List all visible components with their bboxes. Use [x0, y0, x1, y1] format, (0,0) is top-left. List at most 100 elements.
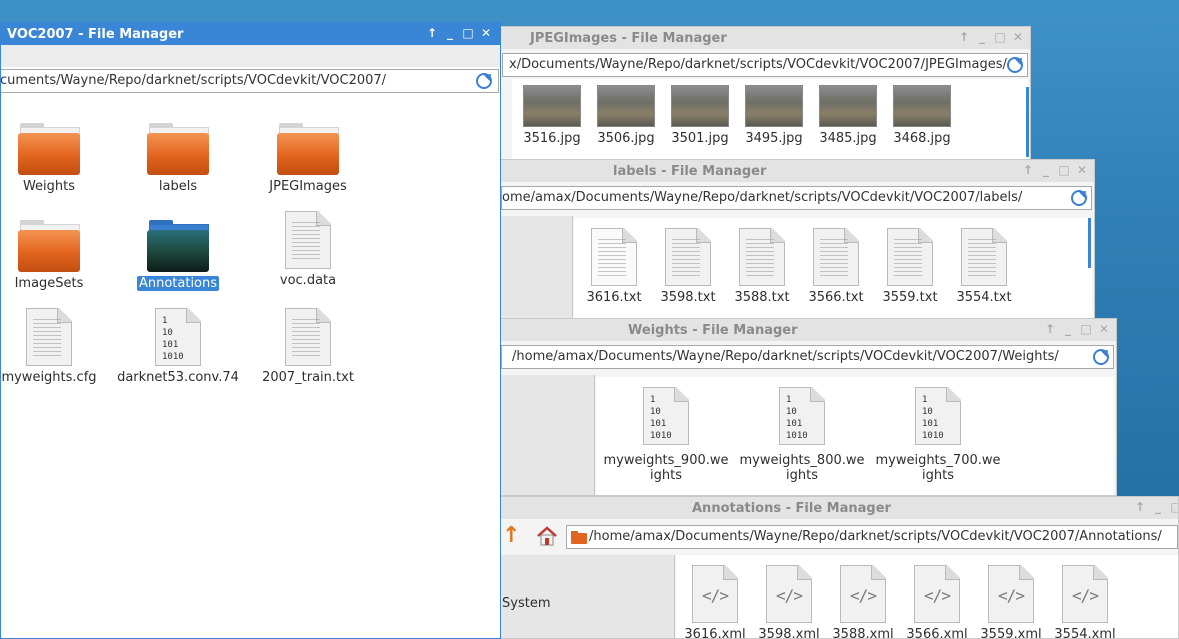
folder-item-annotations[interactable]: Annotations: [130, 218, 226, 291]
reload-icon[interactable]: [1007, 57, 1023, 73]
file-item-2007-train[interactable]: 2007_train.txt: [248, 308, 368, 385]
file-item-voc-data[interactable]: voc.data: [260, 211, 356, 288]
folder-icon: [147, 121, 209, 175]
file-item[interactable]: 1 10 101 1010 myweights_700.we ights: [872, 387, 1004, 483]
side-pane[interactable]: System: [498, 555, 675, 638]
folder-icon: [147, 218, 209, 272]
text-file-icon: [887, 228, 933, 286]
file-item[interactable]: </> 3559.xml: [974, 565, 1048, 639]
scrollbar[interactable]: [1026, 87, 1029, 157]
minimize-icon[interactable]: _: [976, 30, 988, 44]
side-pane[interactable]: [498, 216, 573, 320]
file-name: 3559.xml: [980, 627, 1042, 639]
file-view[interactable]: Weights labels JPEGImages ImageSets Anno…: [1, 95, 500, 638]
up-icon[interactable]: ↑: [1134, 500, 1146, 514]
file-item[interactable]: 3485.jpg: [812, 85, 884, 146]
file-item[interactable]: 3501.jpg: [664, 85, 736, 146]
maximize-icon[interactable]: □: [1058, 163, 1070, 177]
window-title: VOC2007 - File Manager: [7, 27, 184, 42]
labels-titlebar[interactable]: labels - File Manager ↑ _ □ ✕: [498, 160, 1094, 182]
maximize-icon[interactable]: □: [462, 26, 474, 40]
maximize-icon[interactable]: □: [994, 30, 1006, 44]
reload-icon[interactable]: [1071, 190, 1087, 206]
file-item[interactable]: 3554.txt: [948, 228, 1020, 305]
folder-item-labels[interactable]: labels: [130, 121, 226, 194]
up-icon[interactable]: ↑: [1044, 322, 1056, 336]
go-up-icon[interactable]: ↑: [502, 525, 520, 547]
window-title: labels - File Manager: [613, 164, 767, 179]
file-item[interactable]: </> 3566.xml: [900, 565, 974, 639]
file-view[interactable]: </> 3616.xml </> 3598.xml </> 3588.xml </> 3…: [676, 555, 1178, 639]
address-bar[interactable]: cuments/Wayne/Repo/darknet/scripts/VOCde…: [0, 69, 499, 93]
address-bar[interactable]: /home/amax/Documents/Wayne/Repo/darknet/…: [566, 525, 1178, 549]
file-item[interactable]: 3506.jpg: [590, 85, 662, 146]
up-icon[interactable]: ↑: [1022, 163, 1034, 177]
file-item[interactable]: </> 3554.xml: [1048, 565, 1122, 639]
close-icon[interactable]: ✕: [480, 26, 492, 40]
up-icon[interactable]: ↑: [426, 26, 438, 40]
folder-icon: [18, 121, 80, 175]
window-title: JPEGImages - File Manager: [530, 31, 727, 46]
text-file-icon: [285, 211, 331, 269]
reload-icon[interactable]: [476, 73, 492, 89]
file-item[interactable]: </> 3616.xml: [678, 565, 752, 638]
folder-item-weights[interactable]: Weights: [1, 121, 97, 194]
folder-name: JPEGImages: [269, 179, 347, 194]
address-bar[interactable]: ome/amax/Documents/Wayne/Repo/darknet/sc…: [501, 186, 1092, 210]
close-icon[interactable]: ✕: [1076, 163, 1088, 177]
maximize-icon[interactable]: □: [1170, 500, 1178, 514]
folder-item-jpegimages[interactable]: JPEGImages: [260, 121, 356, 194]
file-item[interactable]: 3598.txt: [652, 228, 724, 305]
text-file-icon: [961, 228, 1007, 286]
minimize-icon[interactable]: _: [1152, 500, 1164, 514]
file-name: 3495.jpg: [745, 131, 803, 146]
file-item[interactable]: 1 10 101 1010 myweights_800.we ights: [736, 387, 868, 483]
scrollbar[interactable]: [1088, 218, 1091, 268]
file-name: 3506.jpg: [597, 131, 655, 146]
file-item[interactable]: 3616.txt: [578, 228, 650, 305]
maximize-icon[interactable]: □: [1080, 322, 1092, 336]
close-icon[interactable]: ✕: [1098, 322, 1110, 336]
file-item[interactable]: 3468.jpg: [886, 85, 958, 146]
file-view[interactable]: 1 10 101 1010 myweights_900.we ights 1 10 101…: [596, 377, 1114, 495]
file-name: 3554.xml: [1054, 627, 1116, 639]
voc2007-titlebar[interactable]: VOC2007 - File Manager ↑ _ □ ✕: [1, 23, 500, 45]
voc2007-window: VOC2007 - File Manager ↑ _ □ ✕ cuments/W…: [0, 22, 501, 639]
binary-file-icon: 1 10 101 1010: [643, 387, 689, 445]
file-item[interactable]: 3516.jpg: [516, 85, 588, 146]
xml-file-icon: </>: [692, 565, 738, 623]
file-item[interactable]: </> 3588.xml: [826, 565, 900, 638]
path-text: cuments/Wayne/Repo/darknet/scripts/VOCde…: [0, 73, 387, 88]
folder-name: Weights: [22, 179, 76, 194]
file-item[interactable]: 1 10 101 1010 myweights_900.we ights: [600, 387, 732, 483]
file-item[interactable]: 3588.txt: [726, 228, 798, 305]
file-view[interactable]: 3616.txt 3598.txt 3588.txt 3566.txt 3559…: [574, 218, 1092, 320]
minimize-icon[interactable]: _: [1062, 322, 1074, 336]
file-name: 3598.xml: [758, 627, 820, 639]
address-bar[interactable]: /home/amax/Documents/Wayne/Repo/darknet/…: [501, 345, 1114, 369]
folder-item-imagesets[interactable]: ImageSets: [1, 218, 97, 291]
annotations-titlebar[interactable]: Annotations - File Manager ↑ _ □: [498, 497, 1178, 519]
file-name: 3616.txt: [586, 290, 642, 305]
file-name: 3501.jpg: [671, 131, 729, 146]
file-item[interactable]: </> 3598.xml: [752, 565, 826, 639]
weights-titlebar[interactable]: Weights - File Manager ↑ _ □ ✕: [498, 319, 1116, 341]
sidebar-item-system[interactable]: System: [502, 596, 550, 611]
jpegimages-titlebar[interactable]: JPEGImages - File Manager ↑ _ □ ✕: [498, 27, 1030, 49]
file-name: 2007_train.txt: [262, 370, 354, 385]
file-item[interactable]: 3559.txt: [874, 228, 946, 305]
xml-file-icon: </>: [988, 565, 1034, 623]
file-name: 3566.xml: [906, 627, 968, 639]
minimize-icon[interactable]: _: [444, 26, 456, 40]
up-icon[interactable]: ↑: [958, 30, 970, 44]
file-item[interactable]: 3495.jpg: [738, 85, 810, 146]
file-item[interactable]: 3566.txt: [800, 228, 872, 305]
file-item-myweights-cfg[interactable]: myweights.cfg: [1, 308, 111, 385]
reload-icon[interactable]: [1093, 349, 1109, 365]
minimize-icon[interactable]: _: [1040, 163, 1052, 177]
address-bar[interactable]: x/Documents/Wayne/Repo/darknet/scripts/V…: [502, 53, 1028, 77]
close-icon[interactable]: ✕: [1012, 30, 1024, 44]
file-item-darknet53[interactable]: 1 10 101 1010 darknet53.conv.74: [113, 308, 243, 385]
side-pane[interactable]: [498, 375, 595, 495]
home-icon[interactable]: [536, 525, 558, 547]
